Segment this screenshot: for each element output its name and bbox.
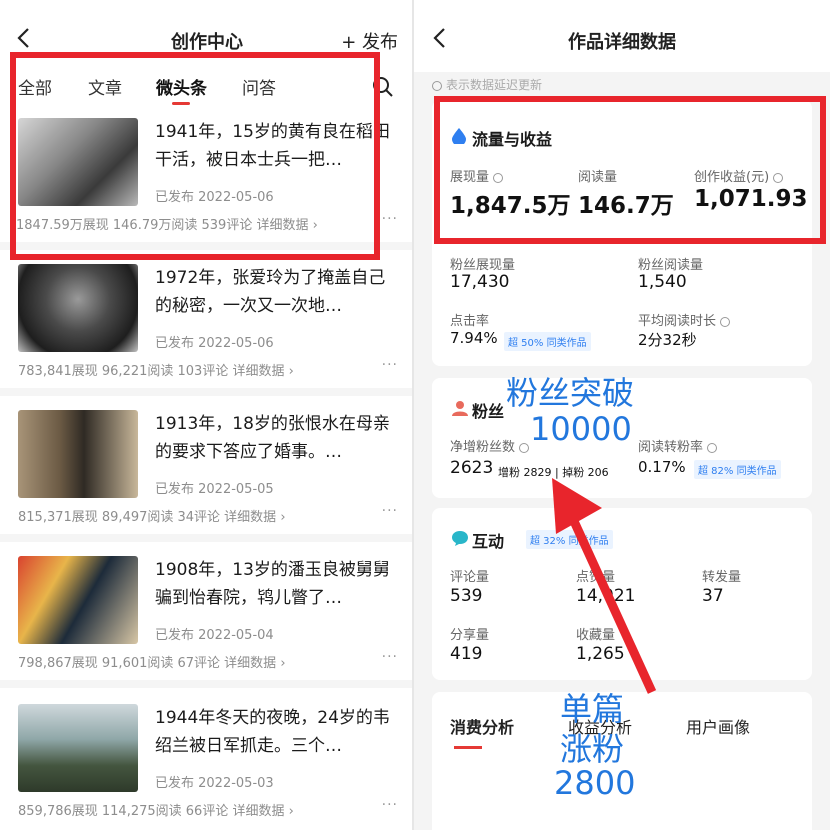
metric-label: 阅读转粉率 bbox=[638, 436, 718, 455]
more-options-icon[interactable]: ··· bbox=[382, 503, 398, 519]
ctr-value: 7.94% bbox=[450, 329, 498, 347]
metric-label: 点击率 bbox=[450, 314, 490, 329]
tab-user-profile[interactable]: 用户画像 bbox=[686, 714, 750, 738]
divider bbox=[0, 388, 414, 396]
highlight-box-stats bbox=[434, 96, 826, 244]
article-item[interactable]: 1908年，13岁的潘玉良被舅舅骗到怡春院，鸨儿瞥了… 已发布 2022-05-… bbox=[0, 556, 414, 688]
right-header: 作品详细数据 bbox=[414, 0, 830, 72]
metric-label: 净增粉丝数 bbox=[450, 436, 530, 455]
shares-value: 37 bbox=[702, 586, 724, 606]
clock-icon bbox=[432, 80, 442, 91]
article-thumbnail bbox=[18, 556, 138, 644]
person-icon bbox=[452, 401, 468, 416]
metric-label: 分享量 bbox=[450, 628, 490, 643]
article-thumbnail bbox=[18, 704, 138, 792]
article-stats[interactable]: 815,371展现 89,497阅读 34评论 详细数据 › bbox=[18, 506, 286, 525]
article-title[interactable]: 1913年，18岁的张恨水在母亲的要求下答应了婚事。… bbox=[155, 410, 395, 466]
annotation-arrow bbox=[552, 478, 657, 694]
article-title[interactable]: 1908年，13岁的潘玉良被舅舅骗到怡春院，鸨儿瞥了… bbox=[155, 556, 395, 612]
annotation-fans-break: 粉丝突破 bbox=[506, 374, 635, 412]
article-stats[interactable]: 783,841展现 96,221阅读 103评论 详细数据 › bbox=[18, 360, 294, 379]
publish-button[interactable]: + 发布 bbox=[341, 28, 398, 54]
fan-reads-value: 1,540 bbox=[638, 272, 687, 292]
article-item[interactable]: 1972年，张爱玲为了掩盖自己的秘密，一次又一次地… 已发布 2022-05-0… bbox=[0, 264, 414, 396]
highlight-box-article bbox=[10, 52, 380, 260]
delay-note-text: 表示数据延迟更新 bbox=[446, 78, 543, 92]
article-title[interactable]: 1944年冬天的夜晚，24岁的韦绍兰被日军抓走。三个… bbox=[155, 704, 395, 760]
more-options-icon[interactable]: ··· bbox=[382, 211, 398, 227]
article-item[interactable]: 1913年，18岁的张恨水在母亲的要求下答应了婚事。… 已发布 2022-05-… bbox=[0, 410, 414, 542]
metric-label: 平均阅读时长 bbox=[638, 310, 731, 329]
more-options-icon[interactable]: ··· bbox=[382, 797, 398, 813]
forwards-value: 419 bbox=[450, 644, 483, 664]
clock-icon bbox=[519, 442, 530, 453]
delay-note: 表示数据延迟更新 bbox=[432, 76, 542, 93]
metric-label: 转发量 bbox=[702, 570, 742, 585]
chat-bubble-icon bbox=[452, 531, 468, 546]
article-thumbnail bbox=[18, 264, 138, 352]
fan-views-value: 17,430 bbox=[450, 272, 510, 292]
metric-label: 评论量 bbox=[450, 570, 490, 585]
annotation-fans-count: 10000 bbox=[530, 410, 632, 448]
metric-label: 粉丝展现量 bbox=[450, 258, 516, 273]
annotation-single-line3: 2800 bbox=[554, 764, 636, 802]
article-stats[interactable]: 798,867展现 91,601阅读 67评论 详细数据 › bbox=[18, 652, 286, 671]
more-options-icon[interactable]: ··· bbox=[382, 357, 398, 373]
tab-consumption[interactable]: 消费分析 bbox=[450, 714, 514, 738]
net-fans-value: 2623 bbox=[450, 458, 494, 478]
article-stats[interactable]: 859,786展现 114,275阅读 66评论 详细数据 › bbox=[18, 800, 294, 819]
active-tab-indicator bbox=[454, 746, 482, 749]
article-title[interactable]: 1972年，张爱玲为了掩盖自己的秘密，一次又一次地… bbox=[155, 264, 395, 320]
article-item[interactable]: 1944年冬天的夜晚，24岁的韦绍兰被日军抓走。三个… 已发布 2022-05-… bbox=[0, 704, 414, 830]
metric-label: 粉丝阅读量 bbox=[638, 258, 704, 273]
divider bbox=[0, 534, 414, 542]
ctr-badge: 超 50% 同类作品 bbox=[504, 332, 591, 351]
page-title: 作品详细数据 bbox=[568, 32, 676, 53]
section-title: 互动 bbox=[472, 532, 505, 551]
article-status: 已发布 2022-05-04 bbox=[155, 628, 274, 643]
conversion-value: 0.17% bbox=[638, 458, 686, 476]
conversion-badge: 超 82% 同类作品 bbox=[694, 460, 781, 479]
section-title: 粉丝 bbox=[472, 402, 505, 421]
article-status: 已发布 2022-05-05 bbox=[155, 482, 274, 497]
article-status: 已发布 2022-05-06 bbox=[155, 336, 274, 351]
article-status: 已发布 2022-05-03 bbox=[155, 776, 274, 791]
divider bbox=[0, 680, 414, 688]
avg-time-value: 2分32秒 bbox=[638, 331, 697, 349]
comments-value: 539 bbox=[450, 586, 483, 606]
clock-icon bbox=[720, 316, 731, 327]
article-thumbnail bbox=[18, 410, 138, 498]
more-options-icon[interactable]: ··· bbox=[382, 649, 398, 665]
clock-icon bbox=[707, 442, 718, 453]
